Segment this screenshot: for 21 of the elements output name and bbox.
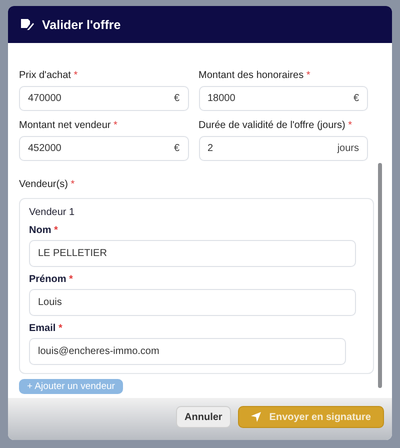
- input-field[interactable]: LE PELLETIER: [29, 240, 356, 267]
- input-field[interactable]: louis@encheres-immo.com: [29, 338, 346, 365]
- field-label: Montant net vendeur *: [19, 120, 118, 131]
- field-label: Nom *: [29, 225, 59, 236]
- document-pen-icon: [20, 18, 34, 31]
- input-field[interactable]: 470000 €: [19, 86, 188, 111]
- field-label: Prix d'achat *: [19, 70, 79, 81]
- field-label: Montant des honoraires *: [198, 70, 312, 81]
- dialog-title: Valider l'offre: [42, 18, 121, 32]
- field-label: Durée de validité de l'offre (jours) *: [198, 120, 353, 131]
- field-label: Prénom *: [29, 274, 74, 285]
- scrollbar-thumb[interactable]: [378, 163, 382, 388]
- input-field[interactable]: 2 jours: [198, 136, 368, 161]
- paper-plane-icon: [251, 412, 262, 422]
- input-field[interactable]: 18000 €: [198, 86, 368, 111]
- field-label: Email *: [29, 323, 64, 334]
- input-field[interactable]: Louis: [29, 289, 356, 316]
- seller-title: Vendeur 1: [29, 207, 76, 218]
- section-label: Vendeur(s) *: [19, 179, 76, 190]
- input-field[interactable]: 452000 €: [19, 136, 188, 161]
- cancel-button[interactable]: Annuler: [176, 406, 232, 428]
